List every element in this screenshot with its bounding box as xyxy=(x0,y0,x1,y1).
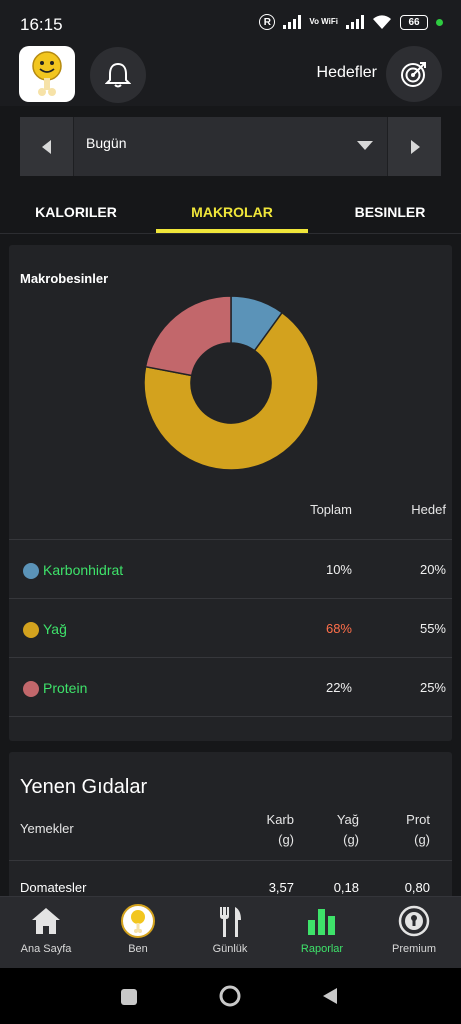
date-selector: Bugün xyxy=(20,117,441,176)
next-day-button[interactable] xyxy=(388,117,441,176)
back-button[interactable] xyxy=(322,987,338,1010)
report-tabs: KALORILER MAKROLAR BESINLER xyxy=(0,190,461,234)
macro-goal: 20% xyxy=(419,562,446,577)
macro-total: 10% xyxy=(325,562,352,577)
protein-column-header: Prot (g) xyxy=(406,812,430,847)
status-time: 16:15 xyxy=(20,15,63,34)
triangle-back-icon xyxy=(323,988,337,1004)
fat-color-dot xyxy=(23,622,39,638)
food-name[interactable]: Domatesler xyxy=(20,880,86,895)
macro-row-fat: Yağ 68% 55% xyxy=(9,599,452,657)
previous-day-button[interactable] xyxy=(20,117,73,176)
notifications-button[interactable] xyxy=(90,47,146,103)
carb-color-dot xyxy=(23,563,39,579)
goal-column-header: Hedef xyxy=(411,502,446,517)
nav-label: Günlük xyxy=(212,943,248,955)
target-icon xyxy=(401,62,426,87)
signal-icon-2 xyxy=(346,15,364,29)
macro-row-carb: Karbonhidrat 10% 20% xyxy=(9,540,452,598)
macros-donut-chart xyxy=(143,295,319,471)
avatar-icon xyxy=(121,904,155,938)
nav-home[interactable]: Ana Sayfa xyxy=(0,897,92,969)
macro-name: Yağ xyxy=(43,621,67,637)
donut-slice-protein xyxy=(144,295,232,377)
food-protein: 0,80 xyxy=(404,880,430,895)
macro-goal: 25% xyxy=(419,680,446,695)
status-bar: 16:15 R Vo WiFi 66 xyxy=(0,0,461,46)
nav-premium[interactable]: Premium xyxy=(368,897,460,969)
wifi-icon xyxy=(373,15,391,29)
meals-column-header: Yemekler xyxy=(20,821,74,836)
macros-card: Makrobesinler Toplam Hedef Karbonhidrat … xyxy=(9,245,452,741)
nav-label: Premium xyxy=(391,943,436,955)
food-fat: 0,18 xyxy=(333,880,359,895)
utensils-icon xyxy=(220,907,241,937)
carb-column-header: Karb (g) xyxy=(266,812,294,847)
macros-title: Makrobesinler xyxy=(20,271,109,286)
macro-goal: 55% xyxy=(419,621,446,636)
chevron-right-icon xyxy=(410,139,420,154)
active-tab-indicator xyxy=(156,229,308,233)
bell-icon xyxy=(105,62,131,88)
tab-macros[interactable]: MAKROLAR xyxy=(156,190,308,234)
nav-diary[interactable]: Günlük xyxy=(184,897,276,969)
nav-label: Ana Sayfa xyxy=(20,943,72,955)
privacy-dot-icon xyxy=(436,18,443,26)
row-divider xyxy=(9,860,452,861)
tab-calories[interactable]: KALORILER xyxy=(0,190,152,234)
date-dropdown[interactable]: Bugün xyxy=(73,117,388,176)
macro-name: Protein xyxy=(43,680,88,696)
chevron-left-icon xyxy=(41,139,51,154)
battery-icon: 66 xyxy=(400,14,428,30)
goals-button[interactable] xyxy=(386,46,442,102)
circle-icon xyxy=(219,985,241,1007)
food-carb: 3,57 xyxy=(268,880,294,895)
tab-foods[interactable]: BESINLER xyxy=(312,190,461,234)
nav-reports[interactable]: Raporlar xyxy=(276,897,368,969)
nav-me[interactable]: Ben xyxy=(92,897,184,969)
vowifi-label: Vo WiFi xyxy=(309,17,338,26)
bar-chart-icon xyxy=(308,909,335,935)
date-value: Bugün xyxy=(86,135,127,151)
premium-badge-icon xyxy=(398,905,430,937)
home-system-button[interactable] xyxy=(219,985,241,1012)
app-logo[interactable] xyxy=(19,46,75,102)
fat-column-header: Yağ (g) xyxy=(336,812,359,847)
app-header: Hedefler xyxy=(0,46,461,106)
signal-icon xyxy=(283,15,302,29)
goals-label[interactable]: Hedefler xyxy=(317,64,377,82)
chevron-down-icon xyxy=(357,141,373,150)
macro-total: 22% xyxy=(325,680,352,695)
macro-total: 68% xyxy=(325,621,352,636)
recents-button[interactable] xyxy=(120,988,138,1011)
nav-label: Raporlar xyxy=(300,943,344,955)
system-navigation-bar xyxy=(0,968,461,1024)
macro-name: Karbonhidrat xyxy=(43,562,124,578)
nav-label: Ben xyxy=(128,943,148,955)
protein-color-dot xyxy=(23,681,39,697)
bottom-navigation: Ana Sayfa Ben Günlük Raporlar Premium xyxy=(0,896,461,968)
home-icon xyxy=(32,908,60,934)
row-divider xyxy=(9,716,452,717)
drumstick-logo-icon xyxy=(32,51,62,96)
total-column-header: Toplam xyxy=(310,502,352,517)
r-badge-icon: R xyxy=(259,14,276,30)
macro-row-protein: Protein 22% 25% xyxy=(9,658,452,716)
square-icon xyxy=(121,989,137,1005)
eaten-foods-title: Yenen Gıdalar xyxy=(20,776,148,798)
status-icons: R Vo WiFi 66 xyxy=(259,14,443,30)
eaten-foods-card: Yenen Gıdalar Yemekler Karb (g) Yağ (g) Pr… xyxy=(9,752,452,912)
